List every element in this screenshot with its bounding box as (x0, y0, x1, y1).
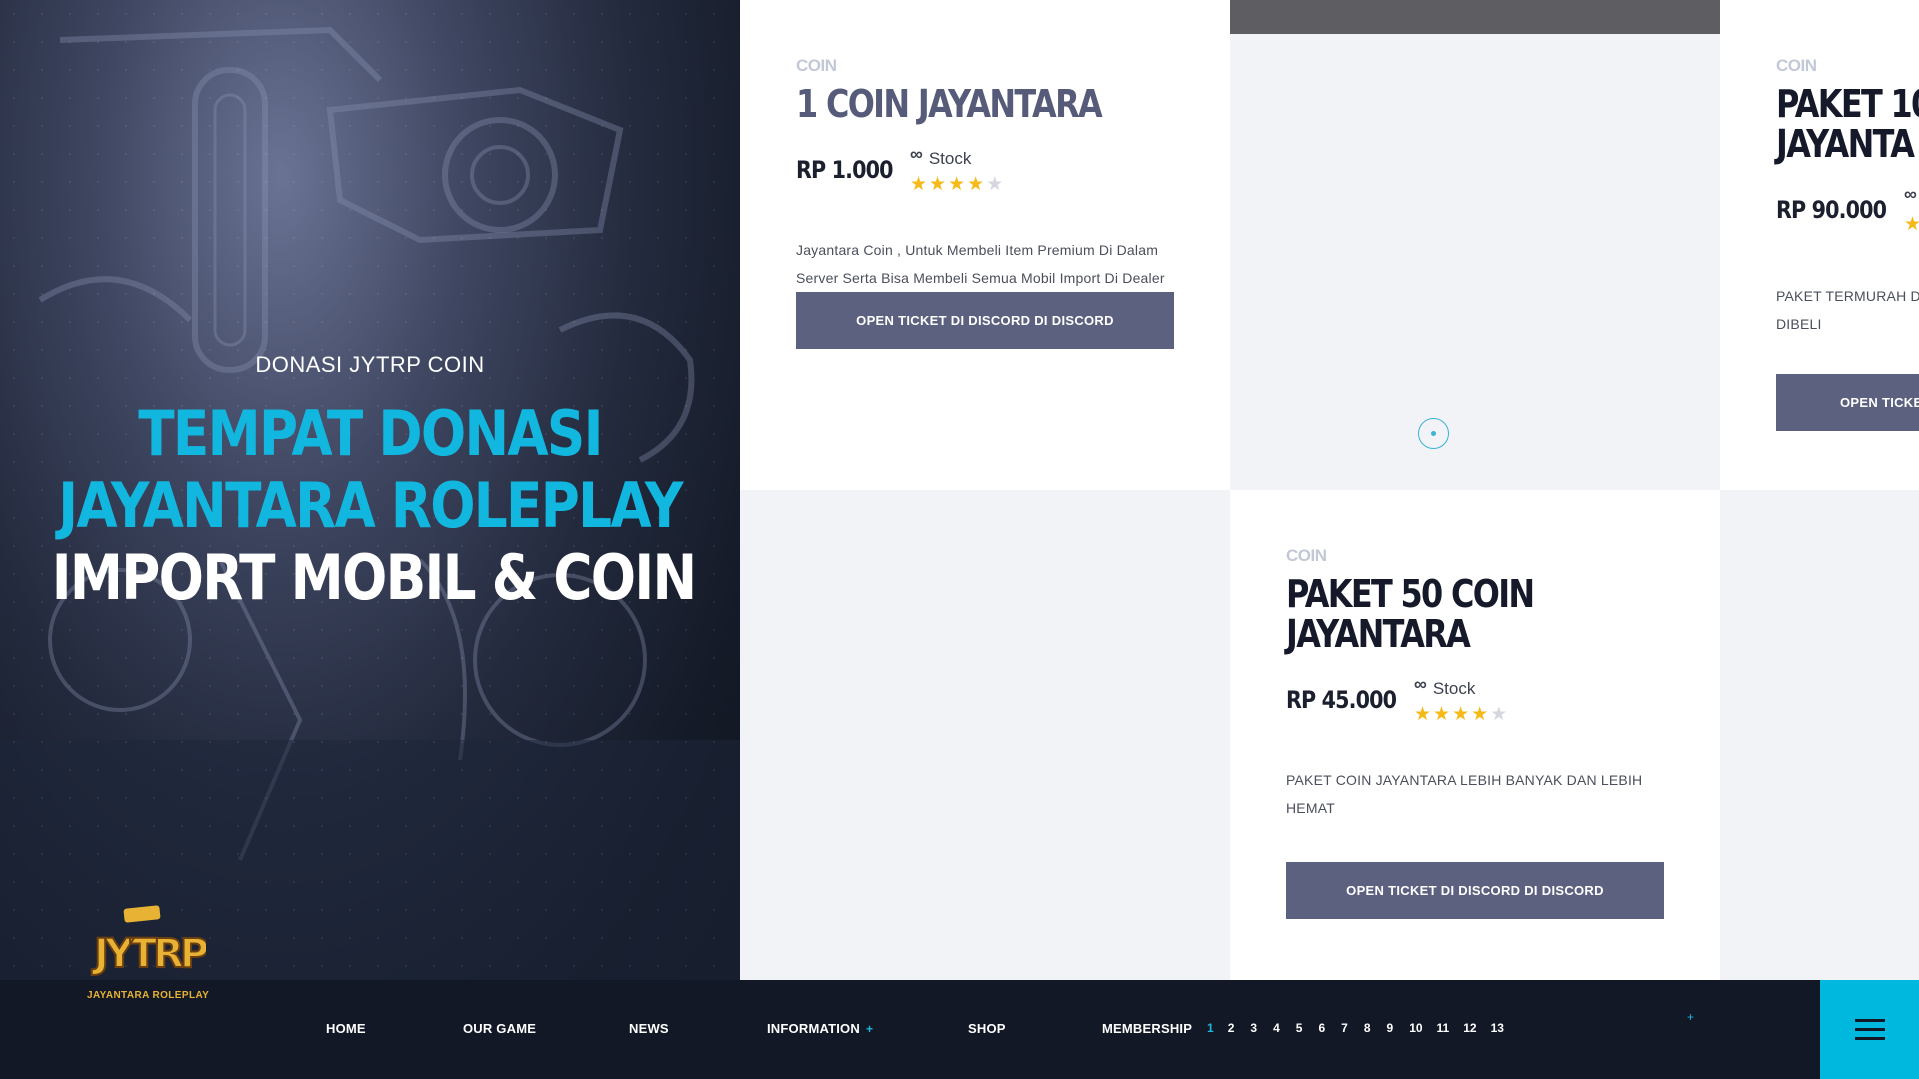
rating-stars: ★★★★★ (1414, 703, 1509, 726)
page-link[interactable]: 10 (1409, 1021, 1422, 1035)
hero-subtitle: DONASI JYTRP COIN (255, 352, 485, 377)
page-link[interactable]: 2 (1228, 1021, 1235, 1035)
nav-shop[interactable]: SHOP (968, 1021, 1006, 1036)
star-icon: ★ (967, 174, 987, 195)
product-cell-loading (1230, 0, 1720, 490)
stock-box: ∞ Stock ★★★★★ (910, 144, 1005, 196)
page-link[interactable]: 7 (1341, 1021, 1348, 1035)
svg-text:JYTRP: JYTRP (91, 931, 206, 977)
nav-news[interactable]: NEWS (629, 1021, 669, 1036)
nav-membership[interactable]: MEMBERSHIP (1102, 1021, 1192, 1036)
nav-plus-icon: + (1687, 1010, 1695, 1024)
product-description: PAKET TERMURAH DA DIBELI (1776, 282, 1919, 338)
page-numbers: 1 2 3 4 5 6 7 8 9 10 11 12 13 (1207, 1021, 1504, 1035)
product-cell-empty-2 (1720, 490, 1919, 980)
open-ticket-button[interactable]: OPEN TICKET DI DISCORD DI DISCORD (796, 292, 1174, 349)
product-card: COIN PAKET 50 COIN JAYANTARA RP 45.000 ∞… (1286, 546, 1666, 919)
logo-caption: JAYANTARA ROLEPLAY (87, 990, 210, 1001)
hamburger-icon (1854, 1018, 1885, 1041)
menu-button[interactable] (1820, 980, 1919, 1079)
rating-stars: ★★★★★ (910, 173, 1005, 196)
description-line: DIBELI (1776, 316, 1822, 332)
page-link[interactable]: 6 (1318, 1021, 1325, 1035)
product-title-line-2[interactable]: JAYANTA (1776, 124, 1919, 164)
jytrp-logo[interactable]: JYTRP (86, 905, 206, 1003)
product-price: RP 1.000 (796, 156, 893, 184)
product-title-line-1[interactable]: PAKET 50 COIN (1286, 574, 1605, 614)
infinity-icon: ∞ (1904, 184, 1917, 204)
stock-label: Stock (928, 149, 972, 168)
product-card: COIN 1 COIN JAYANTARA RP 1.000 ∞ Stock ★★… (796, 56, 1176, 349)
stock-box: ∞ ★ (1904, 184, 1919, 236)
hero-title-line-3: IMPORT MOBIL & COIN (51, 541, 697, 614)
product-price: RP 90.000 (1776, 196, 1887, 224)
page-link[interactable]: 4 (1273, 1021, 1280, 1035)
page-link[interactable]: 3 (1250, 1021, 1257, 1035)
loading-spinner-icon (1418, 418, 1449, 449)
page-link[interactable]: 11 (1437, 1021, 1450, 1035)
plus-icon: + (865, 1022, 874, 1036)
page: DONASI JYTRP COIN TEMPAT DONASI JAYANTAR… (0, 0, 1919, 1079)
star-icon: ★ (1904, 214, 1919, 235)
star-icon: ★ (929, 174, 949, 195)
stock-info: ∞ Stock (910, 144, 1005, 169)
rating-stars: ★ (1904, 213, 1919, 236)
page-link[interactable]: 8 (1364, 1021, 1371, 1035)
page-link[interactable]: 13 (1491, 1021, 1504, 1035)
star-icon: ★ (1490, 704, 1510, 725)
price-row: RP 1.000 ∞ Stock ★★★★★ (796, 144, 1176, 196)
star-icon: ★ (910, 174, 930, 195)
product-price: RP 45.000 (1286, 686, 1397, 714)
infinity-icon: ∞ (1414, 674, 1427, 694)
hero-text-block: DONASI JYTRP COIN TEMPAT DONASI JAYANTAR… (0, 352, 740, 614)
stock-label: Stock (1432, 679, 1476, 698)
description-line: PAKET TERMURAH DA (1776, 288, 1919, 304)
page-link[interactable]: 1 (1207, 1021, 1214, 1035)
stock-info: ∞ Stock (1414, 674, 1509, 699)
loading-cell-topbar (1230, 0, 1720, 34)
infinity-icon: ∞ (910, 144, 923, 164)
open-ticket-button[interactable]: OPEN TICKE (1776, 374, 1919, 431)
stock-info: ∞ (1904, 184, 1919, 209)
product-title-line-1[interactable]: PAKET 10 (1776, 84, 1919, 124)
nav-our-game[interactable]: OUR GAME (463, 1021, 536, 1036)
price-row: RP 90.000 ∞ ★ (1776, 184, 1919, 236)
nav-home[interactable]: HOME (326, 1021, 366, 1036)
nav-information[interactable]: INFORMATION + (767, 1021, 873, 1036)
hero-title-line-1: TEMPAT DONASI (138, 397, 603, 470)
product-description: Jayantara Coin , Untuk Membeli Item Prem… (796, 242, 1165, 286)
product-category: COIN (796, 56, 837, 75)
product-card: COIN PAKET 10 JAYANTA RP 90.000 ∞ ★ PAKE… (1776, 56, 1919, 431)
open-ticket-button[interactable]: OPEN TICKET DI DISCORD DI DISCORD (1286, 862, 1664, 919)
stock-box: ∞ Stock ★★★★★ (1414, 674, 1509, 726)
star-icon: ★ (1433, 704, 1453, 725)
star-icon: ★ (948, 174, 968, 195)
bottom-navigation (0, 980, 1919, 1079)
star-icon: ★ (1414, 704, 1434, 725)
page-link[interactable]: 9 (1387, 1021, 1394, 1035)
star-icon: ★ (1471, 704, 1491, 725)
star-icon: ★ (986, 174, 1006, 195)
product-description: PAKET COIN JAYANTARA LEBIH BANYAK DAN LE… (1286, 772, 1643, 816)
product-title-line-2[interactable]: JAYANTARA (1286, 614, 1605, 654)
page-link[interactable]: 12 (1463, 1021, 1476, 1035)
nav-information-label: INFORMATION (767, 1021, 860, 1036)
hero-banner: DONASI JYTRP COIN TEMPAT DONASI JAYANTAR… (0, 0, 740, 980)
price-row: RP 45.000 ∞ Stock ★★★★★ (1286, 674, 1666, 726)
product-cell-empty (740, 490, 1230, 980)
star-icon: ★ (1452, 704, 1472, 725)
hero-title-line-2: JAYANTARA ROLEPLAY (58, 469, 683, 542)
page-link[interactable]: 5 (1296, 1021, 1303, 1035)
product-category: COIN (1776, 56, 1817, 75)
product-category: COIN (1286, 546, 1327, 565)
product-title[interactable]: 1 COIN JAYANTARA (796, 84, 1115, 124)
